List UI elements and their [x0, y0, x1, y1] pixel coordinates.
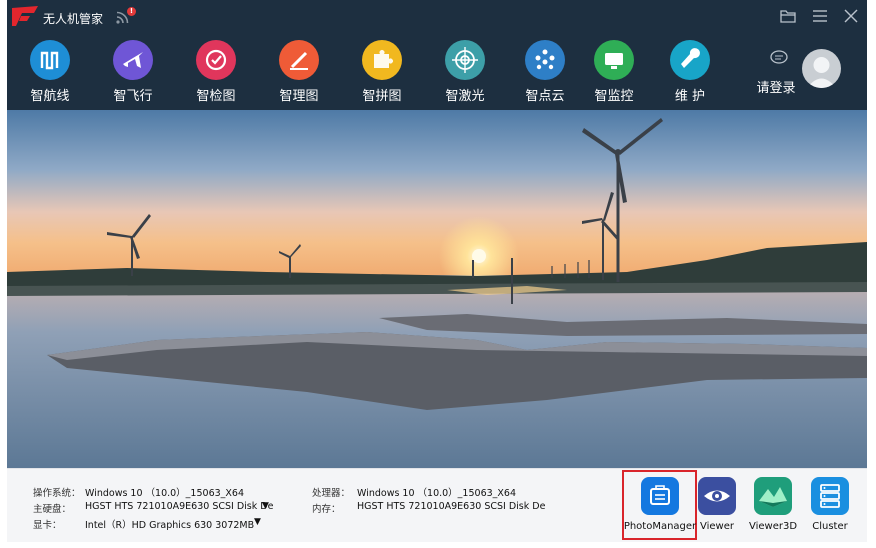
notification-badge: !	[127, 7, 136, 16]
nav-item-process[interactable]: 智理图	[260, 38, 338, 104]
close-icon[interactable]	[841, 6, 861, 26]
nav-item-route[interactable]: 智航线	[11, 38, 89, 104]
app-label: Cluster	[812, 521, 848, 532]
bottom-bar: 操作系统： Windows 10 （10.0）_15063_X64 主硬盘： H…	[7, 468, 867, 542]
server-cluster-icon	[811, 477, 849, 515]
nav-label: 智激光	[445, 89, 485, 104]
avatar[interactable]	[802, 49, 841, 88]
nav-item-inspect[interactable]: 智检图	[177, 38, 255, 104]
check-image-icon	[196, 40, 236, 80]
os-label: 操作系统：	[33, 488, 81, 499]
nav-item-maintenance[interactable]: 维 护	[651, 38, 729, 104]
monitor-icon	[594, 40, 634, 80]
app-cluster[interactable]: Cluster	[798, 475, 862, 537]
gpu-value: Intel（R）HD Graphics 630 3072MB	[85, 520, 255, 531]
cpu-label: 处理器：	[312, 488, 351, 499]
nav-item-mosaic[interactable]: 智拼图	[343, 38, 421, 104]
nav-label: 智拼图	[362, 89, 402, 104]
title-row: 无人机管家 !	[7, 0, 867, 34]
user-icon	[807, 57, 836, 88]
menu-icon[interactable]	[810, 6, 830, 26]
gpu-label: 显卡：	[33, 520, 62, 531]
nav-label: 智航线	[30, 89, 70, 104]
cpu-value: Windows 10 （10.0）_15063_X64	[357, 488, 517, 499]
disk-dropdown-icon[interactable]: ▼	[262, 501, 269, 511]
app-title: 无人机管家	[43, 12, 104, 26]
banner-image	[7, 110, 867, 468]
terrain-3d-icon	[754, 477, 792, 515]
nav-label: 智点云	[525, 89, 565, 104]
eye-icon	[698, 477, 736, 515]
nav-item-flight[interactable]: 智飞行	[94, 38, 172, 104]
point-cloud-icon	[525, 40, 565, 80]
nav-item-pointcloud[interactable]: 智点云	[506, 38, 584, 104]
edit-map-icon	[279, 40, 319, 80]
photo-manager-icon	[641, 477, 679, 515]
folder-icon[interactable]	[778, 6, 798, 26]
disk-label: 主硬盘：	[33, 504, 72, 515]
main-nav: 智航线 智飞行 智检图 智理图 智拼图 智激光 智点云 智监控 维 护	[7, 38, 867, 108]
chat-icon	[770, 50, 788, 64]
nav-label: 智监控	[594, 89, 634, 104]
mem-label: 内存：	[312, 504, 341, 515]
route-icon	[30, 40, 70, 80]
nav-label: 智飞行	[113, 89, 153, 104]
wrench-icon	[670, 40, 710, 80]
gpu-dropdown-icon[interactable]: ▼	[254, 517, 261, 527]
brand-logo-icon	[12, 6, 38, 26]
nav-item-laser[interactable]: 智激光	[426, 38, 504, 104]
top-bar: 无人机管家 ! 智航线 智飞行 智检图 智理图 智拼图 智激光 智点云 智监控 …	[7, 0, 867, 110]
puzzle-icon	[362, 40, 402, 80]
nav-label: 智检图	[196, 89, 236, 104]
nav-item-monitor[interactable]: 智监控	[575, 38, 653, 104]
main-window: 无人机管家 ! 智航线 智飞行 智检图 智理图 智拼图 智激光 智点云 智监控 …	[7, 0, 867, 542]
plane-icon	[113, 40, 153, 80]
nav-label: 维 护	[674, 89, 706, 104]
mem-value: HGST HTS 721010A9E630 SCSI Disk De	[357, 501, 546, 512]
laser-target-icon	[445, 40, 485, 80]
nav-label: 智理图	[279, 89, 319, 104]
os-value: Windows 10 （10.0）_15063_X64	[85, 488, 245, 499]
disk-value: HGST HTS 721010A9E630 SCSI Disk De	[85, 501, 274, 512]
login-label: 请登录	[756, 81, 796, 96]
